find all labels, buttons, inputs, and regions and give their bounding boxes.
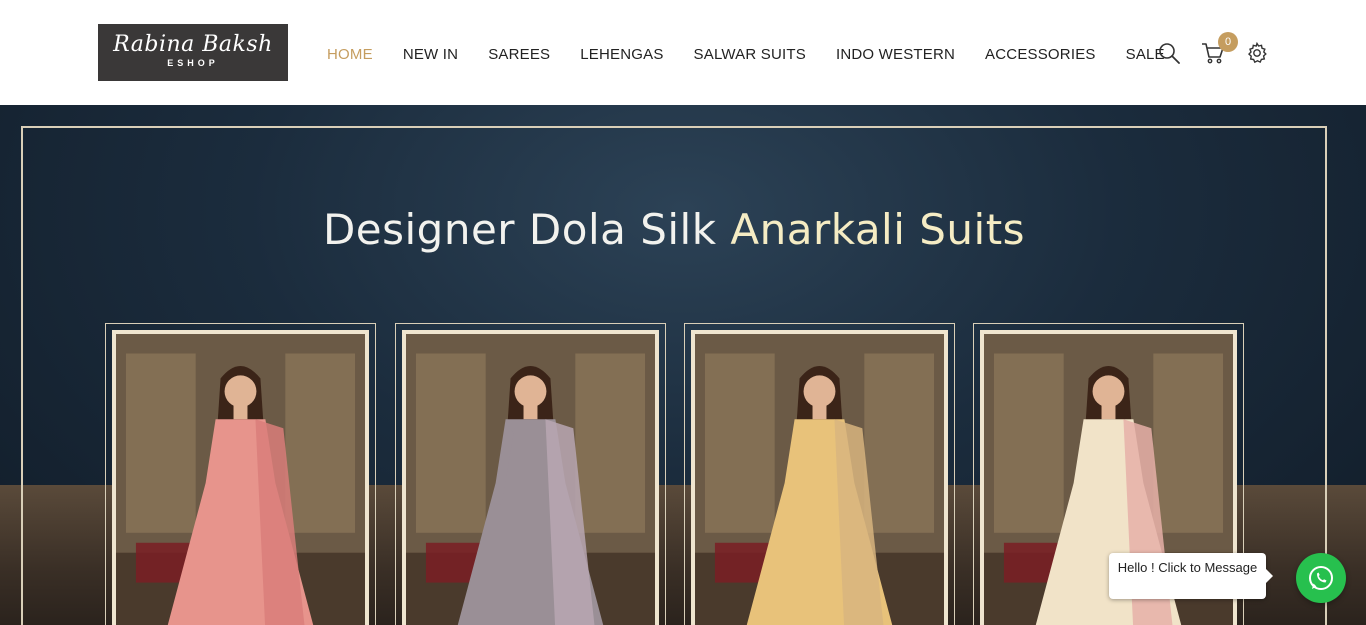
product-illustration [695, 334, 944, 625]
product-card-frame [691, 330, 948, 625]
logo[interactable]: Rabina Baksh ESHOP [98, 24, 288, 81]
site-header: Rabina Baksh ESHOP HOME NEW IN SAREES LE… [0, 0, 1366, 105]
product-card-frame [402, 330, 659, 625]
nav-item-indo-western[interactable]: INDO WESTERN [821, 46, 970, 63]
banner-title: Designer Dola Silk Anarkali Suits [0, 205, 1348, 254]
search-button[interactable] [1156, 40, 1182, 66]
main-nav: HOME NEW IN SAREES LEHENGAS SALWAR SUITS… [312, 40, 1180, 68]
product-illustration [116, 334, 365, 625]
nav-item-lehengas[interactable]: LEHENGAS [565, 46, 678, 63]
logo-subtitle: ESHOP [167, 58, 219, 68]
banner-title-main: Designer Dola Silk [322, 205, 731, 254]
hero-banner[interactable]: Designer Dola Silk Anarkali Suits [0, 105, 1366, 625]
nav-item-new-in[interactable]: NEW IN [388, 46, 473, 63]
product-photo [406, 334, 655, 625]
nav-item-salwar-suits[interactable]: SALWAR SUITS [679, 46, 821, 63]
product-illustration [406, 334, 655, 625]
banner-title-accent: Anarkali Suits [730, 205, 1026, 254]
whatsapp-icon [1309, 565, 1333, 591]
search-icon [1159, 43, 1180, 64]
product-photo [116, 334, 365, 625]
product-card-frame [112, 330, 369, 625]
logo-name: Rabina Baksh [113, 32, 273, 57]
product-card-grey[interactable] [395, 323, 666, 625]
product-photo [695, 334, 944, 625]
nav-item-sarees[interactable]: SAREES [473, 46, 565, 63]
cart-count-badge: 0 [1218, 32, 1238, 52]
product-card-yellow[interactable] [684, 323, 955, 625]
whatsapp-button[interactable] [1296, 553, 1346, 603]
chat-message-bubble[interactable]: Hello ! Click to Message [1109, 553, 1273, 599]
product-card-pink[interactable] [105, 323, 376, 625]
gear-icon [1247, 42, 1267, 64]
nav-item-home[interactable]: HOME [312, 46, 388, 63]
settings-button[interactable] [1244, 40, 1270, 66]
nav-item-accessories[interactable]: ACCESSORIES [970, 46, 1111, 63]
